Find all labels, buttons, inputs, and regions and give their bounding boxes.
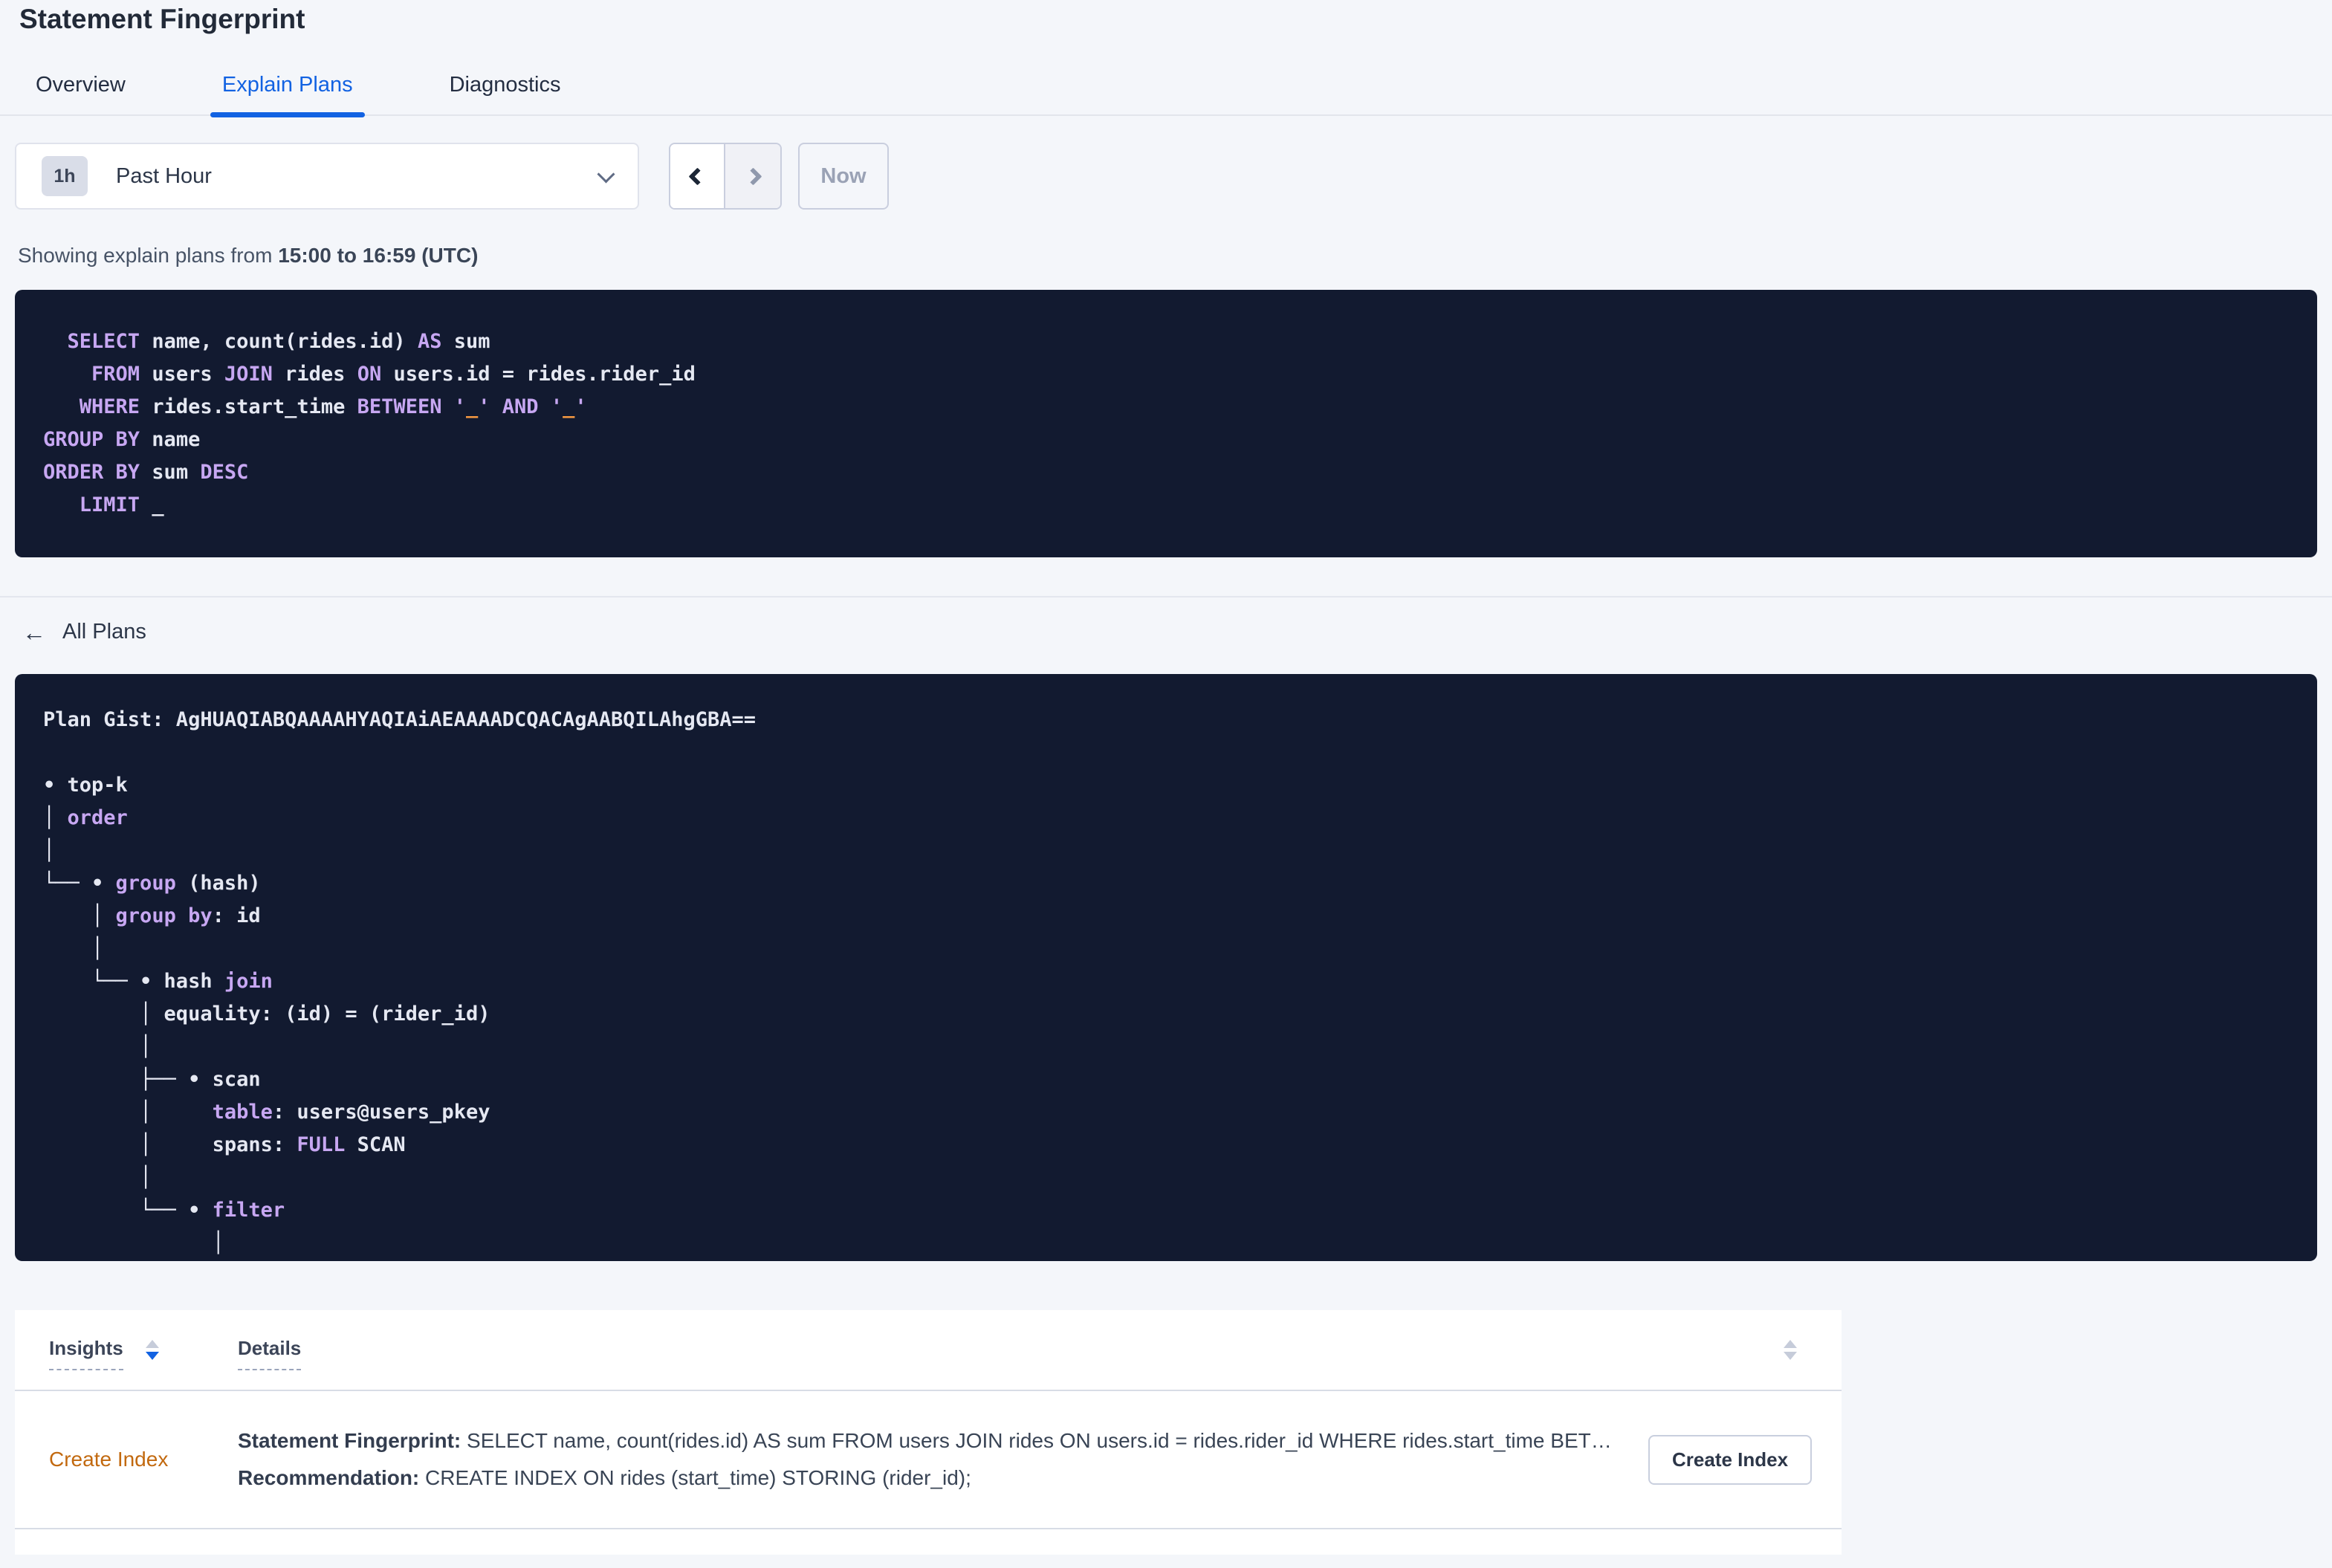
recommendation-label: Recommendation: — [238, 1466, 420, 1489]
tab-overview[interactable]: Overview — [36, 73, 126, 116]
insights-column-header: Insights — [49, 1337, 238, 1370]
sort-icon[interactable] — [145, 1340, 159, 1370]
create-index-link[interactable]: Create Index — [49, 1448, 168, 1471]
time-range-dropdown[interactable]: 1h Past Hour — [15, 143, 639, 210]
tab-bar: Overview Explain Plans Diagnostics — [0, 73, 2332, 117]
insight-details-cell: Statement Fingerprint: SELECT name, coun… — [238, 1422, 1648, 1497]
all-plans-label: All Plans — [62, 620, 146, 644]
page-title: Statement Fingerprint — [19, 4, 305, 34]
showing-plans-summary: Showing explain plans from 15:00 to 16:5… — [18, 244, 2332, 268]
next-range-button[interactable] — [725, 144, 780, 208]
recommendation-line: Recommendation: CREATE INDEX ON rides (s… — [238, 1460, 1619, 1497]
card-bottom-spacer — [15, 1529, 1842, 1555]
sql-statement-block: SELECT name, count(rides.id) AS sum FROM… — [15, 290, 2317, 557]
insight-action-cell: Create Index — [1648, 1434, 1842, 1485]
chevron-left-icon — [687, 166, 707, 186]
statement-fingerprint-text: SELECT name, count(rides.id) AS sum FROM… — [467, 1429, 1619, 1452]
details-column-label[interactable]: Details — [238, 1337, 302, 1370]
chevron-down-icon — [597, 164, 615, 184]
statement-fingerprint-label: Statement Fingerprint: — [238, 1429, 461, 1452]
summary-range: 15:00 to 16:59 (UTC) — [278, 244, 479, 267]
sort-down-arrow-icon — [145, 1352, 159, 1360]
time-range-badge: 1h — [42, 156, 88, 196]
insights-column-label[interactable]: Insights — [49, 1337, 123, 1370]
tab-explain-plans[interactable]: Explain Plans — [210, 73, 365, 117]
insight-type-cell: Create Index — [49, 1448, 238, 1471]
tab-diagnostics[interactable]: Diagnostics — [450, 73, 561, 116]
create-index-button[interactable]: Create Index — [1648, 1434, 1813, 1485]
now-button[interactable]: Now — [798, 143, 889, 210]
section-divider — [0, 596, 2332, 597]
plan-gist-block: Plan Gist: AgHUAQIABQAAAAHYAQIAiAEAAAADC… — [15, 674, 2317, 1261]
all-plans-link[interactable]: ← All Plans — [22, 620, 146, 644]
previous-range-button[interactable] — [670, 144, 725, 208]
sort-up-arrow-icon — [1784, 1340, 1797, 1348]
summary-prefix: Showing explain plans from — [18, 244, 279, 267]
chevron-right-icon — [743, 166, 762, 186]
statement-fingerprint-page: Statement Fingerprint Overview Explain P… — [0, 3, 2332, 1568]
time-range-label: Past Hour — [116, 163, 212, 188]
statement-fingerprint-line: Statement Fingerprint: SELECT name, coun… — [238, 1422, 1619, 1460]
insights-table-card: Insights Details Create Index Statement — [15, 1310, 1842, 1555]
table-row: Create Index Statement Fingerprint: SELE… — [15, 1391, 1842, 1528]
sort-up-arrow-icon — [145, 1340, 159, 1348]
insights-table-header: Insights Details — [15, 1310, 1842, 1390]
time-range-nav — [669, 143, 782, 210]
back-arrow-icon: ← — [22, 618, 46, 646]
time-picker-row: 1h Past Hour Now — [15, 143, 2317, 210]
sort-icon[interactable] — [1784, 1340, 1797, 1370]
sort-down-arrow-icon — [1784, 1352, 1797, 1360]
recommendation-text: CREATE INDEX ON rides (start_time) STORI… — [419, 1466, 971, 1489]
details-column-header: Details — [238, 1337, 1842, 1370]
